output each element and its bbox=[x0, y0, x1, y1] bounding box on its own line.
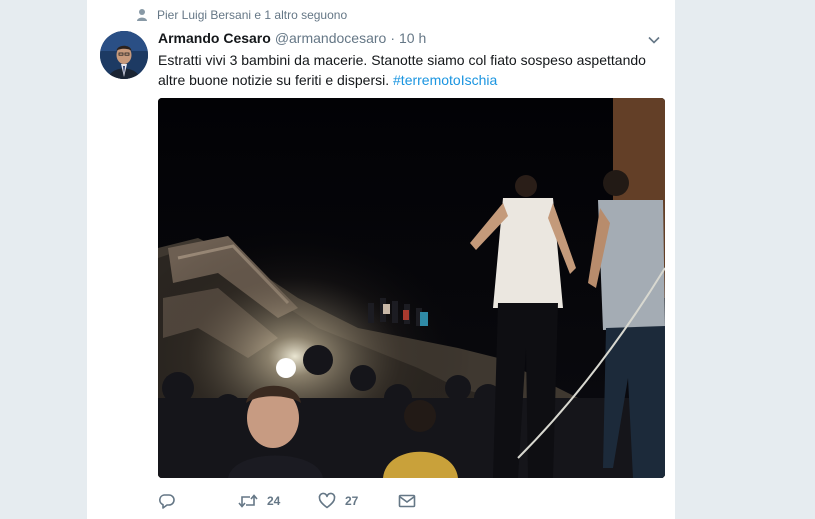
hashtag-link[interactable]: #terremotoIschia bbox=[393, 72, 497, 88]
tweet-timestamp[interactable]: 10 h bbox=[399, 30, 426, 46]
person-icon bbox=[135, 8, 151, 22]
reply-icon bbox=[158, 492, 176, 510]
like-button[interactable]: 27 bbox=[318, 490, 398, 512]
reply-button[interactable] bbox=[158, 490, 238, 512]
social-context: Pier Luigi Bersani e 1 altro seguono bbox=[135, 8, 347, 22]
social-context-text[interactable]: Pier Luigi Bersani e 1 altro seguono bbox=[157, 8, 347, 22]
tweet-actions: 24 27 bbox=[158, 490, 416, 512]
chevron-down-icon[interactable] bbox=[647, 33, 663, 47]
heart-icon bbox=[318, 492, 336, 510]
retweet-count: 24 bbox=[267, 494, 281, 508]
tweet-card[interactable]: Pier Luigi Bersani e 1 altro seguono Arm… bbox=[86, 0, 676, 519]
direct-message-button[interactable] bbox=[398, 490, 416, 512]
retweet-button[interactable]: 24 bbox=[238, 490, 318, 512]
avatar[interactable] bbox=[100, 31, 148, 79]
envelope-icon bbox=[398, 492, 416, 510]
tweet-header: Armando Cesaro @armandocesaro · 10 h bbox=[158, 30, 426, 46]
like-count: 27 bbox=[345, 494, 359, 508]
tweet-text: Estratti vivi 3 bambini da macerie. Stan… bbox=[158, 50, 658, 90]
author-handle[interactable]: @armandocesaro bbox=[275, 30, 387, 46]
author-name[interactable]: Armando Cesaro bbox=[158, 30, 271, 46]
retweet-icon bbox=[238, 492, 258, 510]
tweet-photo[interactable] bbox=[158, 98, 665, 478]
separator-dot: · bbox=[390, 30, 395, 46]
